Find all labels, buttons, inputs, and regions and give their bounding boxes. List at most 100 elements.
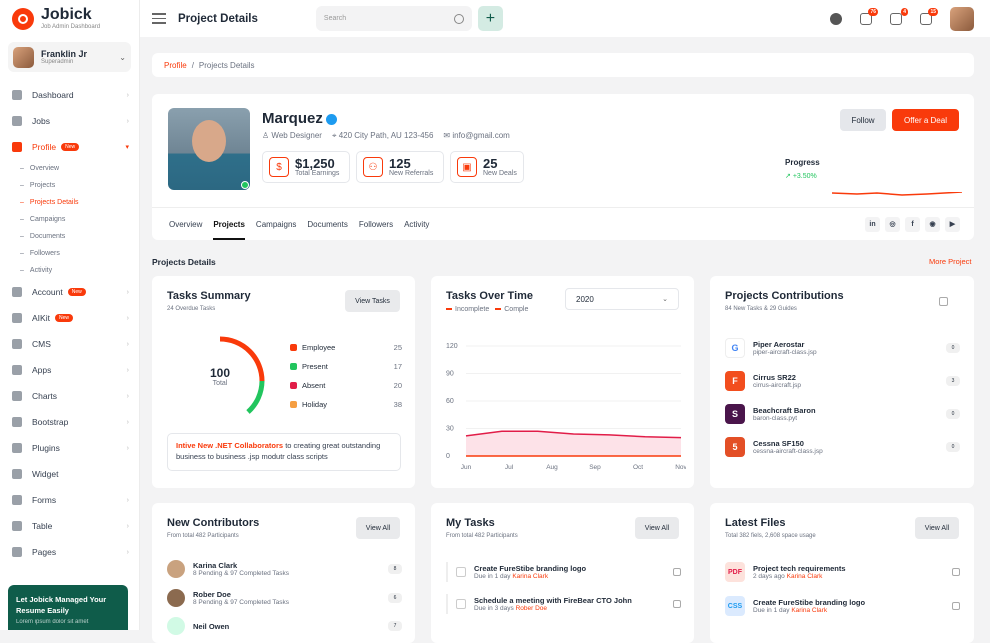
view-all-button[interactable]: View All [635, 517, 679, 539]
follow-button[interactable]: Follow [840, 109, 886, 131]
grid-menu-icon[interactable] [939, 297, 948, 306]
tab-activity[interactable]: Activity [404, 220, 429, 229]
file-owner[interactable]: Karina Clark [787, 573, 823, 580]
sidebar-item-dashboard[interactable]: Dashboard › [0, 82, 139, 108]
brand[interactable]: Jobick Job Admin Dashboard [0, 0, 139, 37]
file-item[interactable]: PDF Project tech requirements 2 days ago K… [725, 562, 960, 582]
task-item[interactable]: Schedule a meeting with FireBear CTO Joh… [446, 594, 681, 614]
tab-documents[interactable]: Documents [307, 220, 347, 229]
youtube-icon[interactable]: ▶ [945, 216, 960, 232]
sidebar-item-plugins[interactable]: Plugins › [0, 435, 139, 461]
assignee[interactable]: Rober Doe [516, 605, 547, 612]
chevron-right-icon: › [126, 418, 129, 426]
task-checkbox[interactable] [456, 567, 466, 577]
linkedin-icon[interactable]: in [865, 216, 880, 232]
task-checkbox[interactable] [456, 599, 466, 609]
sidebar-item-account[interactable]: Account New › [0, 279, 139, 305]
user-role: Superadmin [41, 59, 74, 65]
list-item[interactable]: 5 Cessna SF150 cessna-aircraft-class.jsp 0 [725, 437, 960, 457]
task-item[interactable]: Create FureStibe branding logo Due in 1 d… [446, 562, 681, 582]
file-time: Due in 1 day [753, 607, 790, 614]
sidebar-item-profile[interactable]: Profile New ▾ [0, 134, 139, 160]
list-item[interactable]: S Beachcraft Baron baron-class.pyt 0 [725, 404, 960, 424]
sidebar-sub-campaigns[interactable]: – Campaigns [0, 211, 139, 228]
tab-campaigns[interactable]: Campaigns [256, 220, 296, 229]
assignee[interactable]: Karina Clark [512, 573, 548, 580]
promo-card[interactable]: Let Jobick Managed Your Resume Easily Lo… [8, 585, 128, 630]
sidebar-item-jobs[interactable]: Jobs › [0, 108, 139, 134]
sidebar-sub-overview[interactable]: – Overview [0, 160, 139, 177]
header-avatar[interactable] [950, 6, 974, 31]
sidebar-sub-projects[interactable]: – Projects [0, 177, 139, 194]
gear-icon[interactable]: 15 [920, 7, 938, 25]
promo-title: Let Jobick Managed Your Resume Easily [16, 595, 107, 615]
user-card[interactable]: Franklin Jr Superadmin ⌄ [8, 42, 131, 72]
css-icon: CSS [725, 596, 745, 616]
sidebar-item-label: Widget [32, 469, 59, 479]
add-button[interactable]: + [477, 6, 503, 31]
legend-value: 20 [393, 381, 402, 390]
tab-projects[interactable]: Projects [213, 220, 245, 240]
sidebar-item-table[interactable]: Table › [0, 513, 139, 539]
search-placeholder: Search [323, 15, 347, 22]
task-due: Due in 3 days Rober Doe [474, 605, 632, 612]
menu-icon[interactable] [952, 568, 960, 576]
view-all-button[interactable]: View All [915, 517, 959, 539]
sidebar-sub-activity[interactable]: – Activity [0, 262, 139, 279]
note-highlight[interactable]: Intive New .NET Collaborators [176, 441, 283, 450]
sidebar-item-charts[interactable]: Charts › [0, 383, 139, 409]
menu-icon[interactable] [673, 600, 681, 608]
sidebar-item-forms[interactable]: Forms › [0, 487, 139, 513]
task-name: Schedule a meeting with FireBear CTO Joh… [474, 596, 632, 605]
sidebar-item-aikit[interactable]: AIKit New › [0, 305, 139, 331]
list-item[interactable]: G Piper Aerostar piper-aircraft-class.jsp 0 [725, 338, 960, 358]
promo-text: Lorem ipsum dolor sit amet [16, 619, 89, 625]
sidebar-item-pages[interactable]: Pages › [0, 539, 139, 565]
profile-meta: ♙ Web Designer ⌖ 420 City Path, AU 123-4… [262, 131, 510, 141]
facebook-icon[interactable]: f [905, 216, 920, 232]
list-item[interactable]: F Cirrus SR22 cirrus-aircraft.jsp 3 [725, 371, 960, 391]
menu-icon[interactable] [673, 568, 681, 576]
dark-mode-icon[interactable] [830, 12, 842, 25]
list-item[interactable]: Karina Clark 8 Pending & 97 Completed Tas… [167, 560, 402, 578]
search-icon[interactable] [453, 13, 464, 24]
sidebar-item-apps[interactable]: Apps › [0, 357, 139, 383]
menu-toggle-icon[interactable] [152, 13, 166, 24]
sidebar-item-widget[interactable]: Widget [0, 461, 139, 487]
avatar [167, 560, 185, 578]
latest-files-card: Latest Files Total 382 fiels, 2,608 spac… [710, 503, 974, 643]
chat-icon[interactable]: 76 [860, 7, 878, 25]
account-icon [12, 287, 22, 297]
offer-deal-button[interactable]: Offer a Deal [892, 109, 959, 131]
tab-followers[interactable]: Followers [359, 220, 393, 229]
sidebar-sub-followers[interactable]: – Followers [0, 245, 139, 262]
sidebar-item-bootstrap[interactable]: Bootstrap › [0, 409, 139, 435]
tab-overview[interactable]: Overview [169, 220, 202, 229]
more-project-link[interactable]: More Project [929, 257, 972, 266]
file-item[interactable]: CSS Create FureStibe branding logo Due in … [725, 596, 960, 616]
telegram-icon[interactable]: ◉ [925, 216, 940, 232]
sidebar-item-cms[interactable]: CMS › [0, 331, 139, 357]
breadcrumb-root[interactable]: Profile [164, 61, 187, 70]
sidebar-sub-projects-details[interactable]: – Projects Details [0, 194, 139, 211]
bell-icon[interactable]: 4 [890, 7, 908, 25]
projects-contributions-card: Projects Contributions 84 New Tasks & 29… [710, 276, 974, 488]
sidebar-item-label: Profile [32, 142, 57, 152]
profile-email[interactable]: ✉ info@gmail.com [443, 131, 509, 141]
collaborators-note: Intive New .NET Collaborators to creatin… [167, 433, 401, 471]
year-select[interactable]: 2020 ⌄ [565, 288, 679, 310]
chevron-right-icon: › [126, 366, 129, 374]
search-input[interactable]: Search [315, 6, 472, 31]
list-item[interactable]: Rober Doe 8 Pending & 97 Completed Tasks 6 [167, 589, 402, 607]
view-all-button[interactable]: View All [356, 517, 400, 539]
menu-icon[interactable] [952, 602, 960, 610]
profile-address: ⌖ 420 City Path, AU 123-456 [331, 131, 434, 140]
year-value: 2020 [576, 294, 594, 304]
address-text: 420 City Path, AU 123-456 [338, 131, 434, 140]
view-tasks-button[interactable]: View Tasks [345, 290, 400, 312]
legend-label: Present [302, 362, 328, 371]
file-owner[interactable]: Karina Clark [791, 607, 827, 614]
instagram-icon[interactable]: ◎ [885, 216, 900, 232]
list-item[interactable]: Neil Owen 7 [167, 617, 402, 635]
sidebar-sub-documents[interactable]: – Documents [0, 228, 139, 245]
